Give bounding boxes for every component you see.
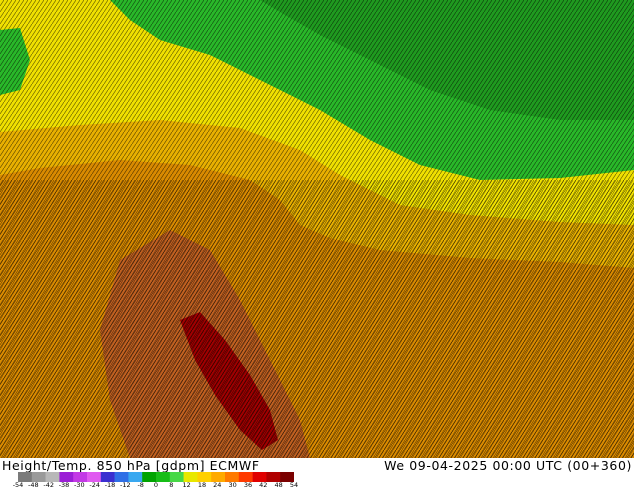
color-scale-tick-label: 30 bbox=[228, 481, 237, 489]
color-scale-tick-label: -30 bbox=[73, 481, 85, 489]
color-scale-tick-label: -18 bbox=[104, 481, 116, 489]
color-scale-tick-label: 54 bbox=[289, 481, 299, 489]
color-scale-tick-label: 24 bbox=[213, 481, 222, 489]
color-scale-tick-label: 0 bbox=[153, 481, 159, 489]
color-scale-tick-label: 42 bbox=[259, 481, 268, 489]
color-scale-tick-label: -8 bbox=[137, 481, 144, 489]
color-scale-tick-label: 18 bbox=[197, 481, 207, 489]
weather-map bbox=[0, 0, 634, 458]
color-scale-tick-label: -24 bbox=[89, 481, 100, 489]
color-scale-tick-label: -54 bbox=[12, 481, 24, 489]
color-scale-tick-label: -38 bbox=[58, 481, 70, 489]
color-scale-tick-label: -12 bbox=[119, 481, 131, 489]
map-footer: Height/Temp. 850 hPa [gdpm] ECMWF We 09-… bbox=[0, 458, 634, 490]
color-scale-tick-label: 8 bbox=[169, 481, 174, 489]
color-scale-tick-label: 48 bbox=[274, 481, 283, 489]
color-scale-tick-label: -48 bbox=[27, 481, 39, 489]
product-title: Height/Temp. 850 hPa [gdpm] ECMWF bbox=[2, 458, 260, 473]
color-scale-tick-label: 36 bbox=[243, 481, 253, 489]
valid-time: We 09-04-2025 00:00 UTC (00+360) bbox=[384, 458, 632, 473]
color-scale-tick-label: 12 bbox=[182, 481, 191, 489]
color-scale-tick-label: -42 bbox=[43, 481, 54, 489]
